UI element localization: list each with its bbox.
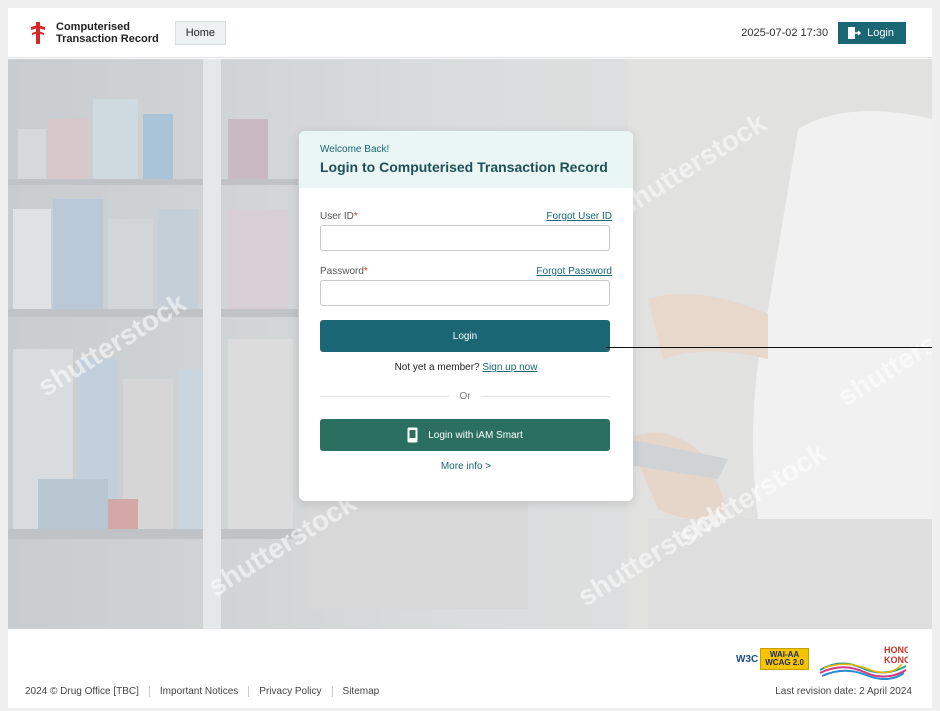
user-id-input[interactable] [320,225,610,251]
w3c-wcag-badge[interactable]: W3C WAI-AA WCAG 2.0 [736,648,809,670]
login-icon [848,26,862,39]
last-revision-date: Last revision date: 2 April 2024 [775,686,912,697]
privacy-policy-link[interactable]: Privacy Policy [259,686,321,697]
wai-aa-badge: WAI-AA WCAG 2.0 [760,648,809,670]
login-card-title: Login to Computerised Transaction Record [320,159,608,175]
footer-separator [331,686,333,697]
dh-logo-icon [31,21,45,44]
sign-up-link[interactable]: Sign up now [482,362,537,373]
sitemap-link[interactable]: Sitemap [343,686,380,697]
important-notices-link[interactable]: Important Notices [160,686,238,697]
password-label: Password* [320,266,368,277]
brand-line-2: Transaction Record [56,32,159,45]
required-mark: * [353,211,358,222]
login-card: Welcome Back! Login to Computerised Tran… [299,131,633,501]
forgot-password-link[interactable]: Forgot Password [536,266,612,277]
footer-separator [248,686,250,697]
divider-line [480,395,611,397]
brand-hong-kong-logo[interactable]: HONG KONG [816,642,908,680]
brand-line-1: Computerised [56,20,130,33]
login-card-header: Welcome Back! Login to Computerised Tran… [299,131,633,188]
header-right: 2025-07-02 17:30 Login [741,21,906,44]
home-tab[interactable]: Home [174,20,227,45]
login-button[interactable]: Login [320,320,610,352]
iam-smart-label: Login with iAM Smart [428,429,523,441]
footer-links: 2024 © Drug Office [TBC] Important Notic… [25,686,379,697]
welcome-text: Welcome Back! [320,144,390,155]
footer-separator [148,686,150,697]
hk-line-2: KONG [884,655,908,665]
wai-line-2: WCAG 2.0 [765,658,804,667]
or-text: Or [459,390,471,402]
w3c-logo: W3C [736,653,759,665]
brand-name: Computerised Transaction Record [56,21,159,45]
header-login-button[interactable]: Login [838,21,906,44]
copyright: 2024 © Drug Office [TBC] [25,686,139,697]
annotation-callout-line [606,347,932,348]
user-id-label-text: User ID [320,211,354,222]
forgot-user-id-link[interactable]: Forgot User ID [546,211,612,222]
top-header: Computerised Transaction Record Home 202… [8,8,932,58]
header-login-label: Login [867,26,894,39]
page-frame: Computerised Transaction Record Home 202… [8,8,932,708]
iam-smart-icon [407,427,418,443]
password-label-text: Password [320,266,364,277]
required-mark: * [363,266,368,277]
iam-smart-login-button[interactable]: Login with iAM Smart [320,419,610,451]
brand[interactable]: Computerised Transaction Record [30,21,159,45]
signup-prompt: Not yet a member? Sign up now [299,362,633,373]
datetime: 2025-07-02 17:30 [741,26,829,39]
footer: W3C WAI-AA WCAG 2.0 HONG KONG 2024 © Dru… [8,629,932,708]
not-member-text: Not yet a member? [394,362,480,373]
or-divider: Or [320,389,611,403]
hk-line-1: HONG [884,645,908,655]
password-input[interactable] [320,280,610,306]
user-id-label: User ID* [320,211,358,222]
divider-line [320,395,450,397]
more-info-link[interactable]: More info > [299,461,633,472]
